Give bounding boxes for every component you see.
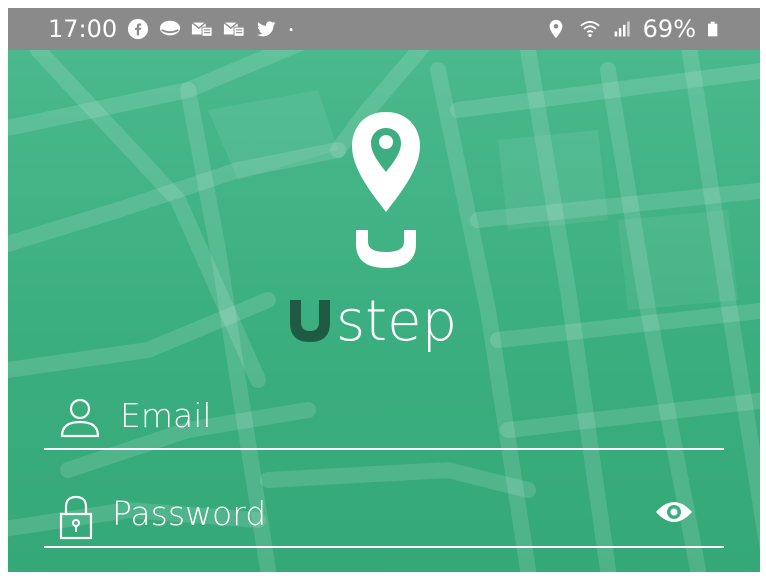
password-underline (44, 546, 724, 548)
password-field[interactable]: Password (44, 488, 724, 548)
wifi-icon (579, 20, 600, 38)
facebook-icon (128, 18, 149, 40)
show-password-eye-icon[interactable] (654, 498, 694, 526)
status-bar-right: 69% (545, 8, 722, 50)
ustep-logo-icon (352, 112, 420, 268)
status-bar: 17:00 69% (8, 8, 760, 50)
mail-icon (191, 22, 213, 37)
brand-wordmark: step (290, 280, 457, 350)
status-time: 17:00 (48, 15, 118, 43)
email-field[interactable]: Email (44, 390, 724, 450)
chat-bubble-icon (160, 20, 181, 36)
login-screen: step Email Password (8, 50, 760, 572)
battery-percent: 69% (642, 15, 696, 43)
location-pin-icon (549, 19, 563, 39)
email-underline (44, 448, 724, 450)
phone-screen: 17:00 69% step Email Password (8, 8, 760, 572)
lock-icon (59, 495, 93, 540)
signal-icon (614, 21, 630, 37)
user-icon (60, 398, 100, 438)
brand-u-glyph (290, 300, 330, 342)
dot-icon (289, 28, 293, 32)
battery-icon (708, 21, 718, 37)
mail-icon (223, 22, 245, 37)
password-label: Password (112, 494, 267, 533)
twitter-icon (257, 21, 276, 37)
status-bar-left: 17:00 (48, 8, 301, 50)
brand-name: step (336, 289, 458, 354)
email-label: Email (120, 396, 212, 435)
